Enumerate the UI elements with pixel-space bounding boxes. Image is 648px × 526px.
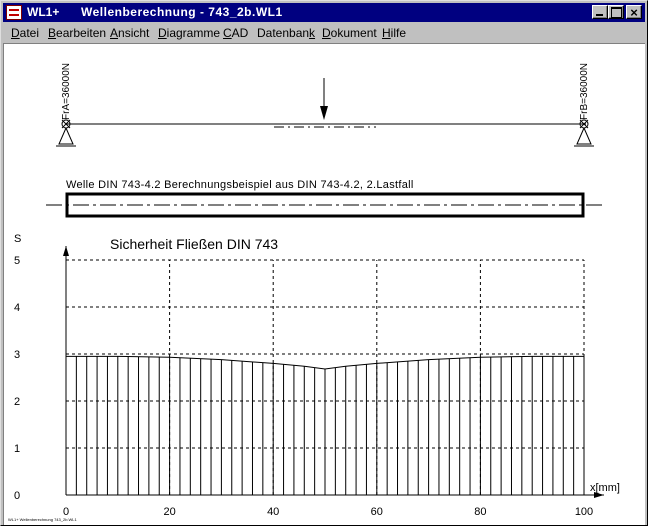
y-axis-arrow-icon [63, 246, 69, 256]
menu-bearbeiten[interactable]: Bearbeiten [48, 23, 106, 43]
x-tick-label: 20 [163, 506, 175, 518]
x-tick-label: 60 [371, 506, 383, 518]
menu-bar: Datei Bearbeiten Ansicht Diagramme CAD D… [3, 23, 645, 43]
drawing-canvas[interactable]: FrA=36000N FrB=36000N Welle DIN 743-4.2 … [3, 43, 645, 525]
y-tick-label: 2 [14, 396, 20, 408]
chart-title: Sicherheit Fließen DIN 743 [110, 236, 278, 252]
maximize-button[interactable] [608, 5, 624, 19]
close-button[interactable]: × [626, 5, 642, 20]
close-icon: × [630, 5, 638, 20]
chart-profile-line [66, 355, 584, 370]
y-tick-label: 0 [14, 490, 20, 502]
shaft-drawing: Welle DIN 743-4.2 Berechnungsbeispiel au… [46, 179, 606, 218]
y-tick-labels: 0 1 2 3 4 5 [14, 255, 20, 502]
menu-hilfe[interactable]: Hilfe [382, 23, 406, 43]
shaft-caption: Welle DIN 743-4.2 Berechnungsbeispiel au… [66, 179, 414, 191]
x-tick-label: 40 [267, 506, 279, 518]
right-support-label: FrB=36000N [579, 63, 590, 120]
x-tick-label: 80 [474, 506, 486, 518]
y-tick-label: 4 [14, 302, 20, 314]
y-axis-label: S [14, 233, 21, 245]
app-name: WL1+ [27, 5, 60, 19]
beam-diagram: FrA=36000N FrB=36000N [56, 63, 594, 147]
menu-cad[interactable]: CAD [223, 23, 248, 43]
app-window: WL1+ Wellenberechnung - 743_2b.WL1 × Dat… [0, 0, 648, 526]
menu-diagramme[interactable]: Diagramme [158, 23, 220, 43]
x-tick-label: 100 [575, 506, 593, 518]
load-arrow-icon [320, 78, 328, 120]
drawing-svg: FrA=36000N FrB=36000N Welle DIN 743-4.2 … [8, 63, 620, 522]
left-support-label: FrA=36000N [61, 63, 72, 120]
menu-dokument[interactable]: Dokument [322, 23, 377, 43]
menu-datei[interactable]: Datei [11, 23, 39, 43]
footer-text: WL1+ Wellenberechnung 743_2b.WL1 [8, 517, 78, 522]
app-icon[interactable] [6, 5, 22, 20]
title-bar[interactable]: WL1+ Wellenberechnung - 743_2b.WL1 × [3, 3, 645, 22]
y-tick-label: 1 [14, 443, 20, 455]
y-tick-label: 3 [14, 349, 20, 361]
window-title: Wellenberechnung - 743_2b.WL1 [81, 5, 283, 19]
x-tick-labels: 0 20 40 60 80 100 [63, 506, 593, 518]
safety-chart: Sicherheit Fließen DIN 743 S x[mm] 01234… [14, 233, 620, 518]
y-tick-label: 5 [14, 255, 20, 267]
chart-axes [63, 246, 604, 498]
minimize-button[interactable] [592, 5, 608, 19]
menu-datenbank[interactable]: Datenbank [257, 23, 315, 43]
chart-bars [65, 356, 585, 495]
menu-ansicht[interactable]: Ansicht [110, 23, 149, 43]
